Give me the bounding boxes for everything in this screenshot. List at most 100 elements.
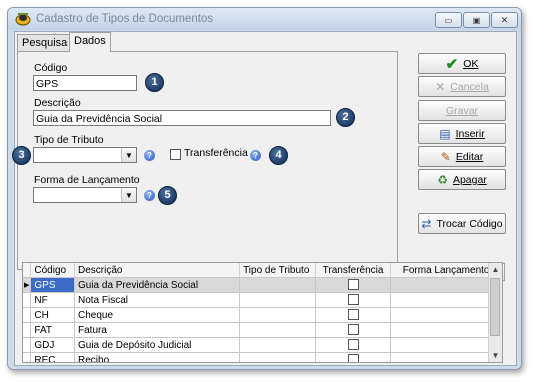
scroll-up-icon[interactable]: ▲ xyxy=(489,263,502,276)
scroll-thumb[interactable] xyxy=(490,278,500,336)
cell-transferencia[interactable] xyxy=(315,292,392,308)
edit-label: Editar xyxy=(455,150,484,163)
documents-grid[interactable]: Código Descrição Tipo de Tributo Transfe… xyxy=(22,262,503,363)
column-header[interactable]: Código xyxy=(30,263,75,278)
transferencia-checkbox[interactable] xyxy=(170,149,181,160)
cell-tipo-tributo[interactable] xyxy=(239,292,316,308)
codigo-field[interactable]: GPS xyxy=(33,75,137,91)
row-indicator[interactable] xyxy=(23,337,32,353)
help-icon[interactable]: ? xyxy=(250,150,261,161)
cell-tipo-tributo[interactable] xyxy=(239,322,316,338)
cell-tipo-tributo[interactable] xyxy=(239,352,316,362)
delete-icon: ♻ xyxy=(437,172,448,187)
table-row[interactable]: CH Cheque xyxy=(23,307,502,323)
column-header[interactable]: Forma Lançamento xyxy=(390,263,502,278)
row-indicator[interactable] xyxy=(23,307,32,323)
checkmark-icon: ✔ xyxy=(445,55,459,73)
table-row[interactable]: REC Recibo xyxy=(23,352,502,362)
tipo-tributo-select[interactable]: ▼ xyxy=(33,147,137,163)
cell-codigo[interactable]: FAT xyxy=(30,322,75,338)
transferencia-checkbox[interactable] xyxy=(347,294,359,306)
ok-button[interactable]: ✔ OK xyxy=(418,53,506,74)
column-header[interactable]: Descrição xyxy=(74,263,241,278)
cell-descricao[interactable]: Recibo xyxy=(74,352,241,362)
row-indicator[interactable] xyxy=(23,292,32,308)
maximize-button[interactable]: ▣ xyxy=(463,12,490,28)
table-row[interactable]: FAT Fatura xyxy=(23,322,502,338)
transferencia-checkbox[interactable] xyxy=(347,279,359,291)
row-indicator[interactable] xyxy=(23,352,32,362)
application-window: Cadastro de Tipos de Documentos ▭ ▣ ✕ Pe… xyxy=(7,7,522,370)
cell-forma-lancamento[interactable] xyxy=(390,277,502,293)
edit-button[interactable]: ✎ Editar xyxy=(418,146,506,167)
pencil-icon: ✎ xyxy=(440,149,451,164)
cell-codigo[interactable]: REC xyxy=(30,352,75,362)
cell-transferencia[interactable] xyxy=(315,352,392,362)
tab-dados[interactable]: Dados xyxy=(69,32,111,52)
delete-button[interactable]: ♻ Apagar xyxy=(418,169,506,190)
cell-tipo-tributo[interactable] xyxy=(239,307,316,323)
cell-descricao[interactable]: Guia da Previdência Social xyxy=(74,277,241,293)
cell-transferencia[interactable] xyxy=(315,337,392,353)
transferencia-checkbox[interactable] xyxy=(347,339,359,351)
cell-tipo-tributo[interactable] xyxy=(239,337,316,353)
new-document-icon: ▤ xyxy=(439,126,451,141)
descricao-field[interactable]: Guia da Previdência Social xyxy=(33,110,331,126)
table-header: Código Descrição Tipo de Tributo Transfe… xyxy=(23,263,502,278)
cell-transferencia[interactable] xyxy=(315,307,392,323)
title-bar[interactable]: Cadastro de Tipos de Documentos ▭ ▣ ✕ xyxy=(8,8,521,30)
cell-transferencia[interactable] xyxy=(315,322,392,338)
cell-codigo[interactable]: GDJ xyxy=(30,337,75,353)
cancel-button[interactable]: ✕ Cancela xyxy=(418,76,506,97)
row-indicator[interactable]: ▶ xyxy=(23,277,32,293)
minimize-icon: ▭ xyxy=(444,15,453,25)
cell-codigo[interactable]: CH xyxy=(30,307,75,323)
dados-panel: Código GPS 1 Descrição Guia da Previdênc… xyxy=(12,51,398,270)
row-indicator[interactable] xyxy=(23,322,32,338)
cell-forma-lancamento[interactable] xyxy=(390,292,502,308)
transferencia-checkbox[interactable] xyxy=(347,354,359,362)
cell-descricao[interactable]: Cheque xyxy=(74,307,241,323)
insert-button[interactable]: ▤ Inserir xyxy=(418,123,506,144)
cell-codigo[interactable]: GPS xyxy=(30,277,75,293)
cell-forma-lancamento[interactable] xyxy=(390,307,502,323)
cancel-icon: ✕ xyxy=(435,79,446,94)
column-header[interactable]: Tipo de Tributo xyxy=(239,263,316,278)
change-code-button[interactable]: ⇄ Trocar Código xyxy=(418,213,506,234)
cell-codigo[interactable]: NF xyxy=(30,292,75,308)
help-icon[interactable]: ? xyxy=(144,190,155,201)
table-row[interactable]: ▶ GPS Guia da Previdência Social xyxy=(23,277,502,293)
badge-5: 5 xyxy=(158,186,177,205)
badge-4: 4 xyxy=(269,146,288,165)
column-header[interactable]: Transferência xyxy=(315,263,392,278)
cell-descricao[interactable]: Guia de Depósito Judicial xyxy=(74,337,241,353)
table-row[interactable]: NF Nota Fiscal xyxy=(23,292,502,308)
cell-descricao[interactable]: Nota Fiscal xyxy=(74,292,241,308)
cell-tipo-tributo[interactable] xyxy=(239,277,316,293)
cell-descricao[interactable]: Fatura xyxy=(74,322,241,338)
table-body: ▶ GPS Guia da Previdência Social NF Nota Fis… xyxy=(23,277,502,362)
cell-transferencia[interactable] xyxy=(315,277,392,293)
chevron-down-icon[interactable]: ▼ xyxy=(121,188,136,202)
documents-table: Código Descrição Tipo de Tributo Transfe… xyxy=(23,263,502,362)
close-button[interactable]: ✕ xyxy=(491,12,518,28)
indicator-header xyxy=(23,263,32,278)
scroll-down-icon[interactable]: ▼ xyxy=(489,349,502,362)
save-button[interactable]: Gravar xyxy=(418,100,506,121)
vertical-scrollbar[interactable]: ▲ ▼ xyxy=(488,263,502,362)
cell-forma-lancamento[interactable] xyxy=(390,337,502,353)
tab-pesquisa[interactable]: Pesquisa xyxy=(17,34,73,51)
change-code-label: Trocar Código xyxy=(436,217,503,230)
minimize-button[interactable]: ▭ xyxy=(435,12,462,28)
cancel-label: Cancela xyxy=(450,80,489,93)
forma-lancamento-label: Forma de Lançamento xyxy=(34,174,140,186)
tipo-tributo-label: Tipo de Tributo xyxy=(34,134,104,146)
cell-forma-lancamento[interactable] xyxy=(390,352,502,362)
transferencia-checkbox[interactable] xyxy=(347,324,359,336)
table-row[interactable]: GDJ Guia de Depósito Judicial xyxy=(23,337,502,353)
help-icon[interactable]: ? xyxy=(144,150,155,161)
chevron-down-icon[interactable]: ▼ xyxy=(121,148,136,162)
forma-lancamento-select[interactable]: ▼ xyxy=(33,187,137,203)
transferencia-checkbox[interactable] xyxy=(347,309,359,321)
cell-forma-lancamento[interactable] xyxy=(390,322,502,338)
